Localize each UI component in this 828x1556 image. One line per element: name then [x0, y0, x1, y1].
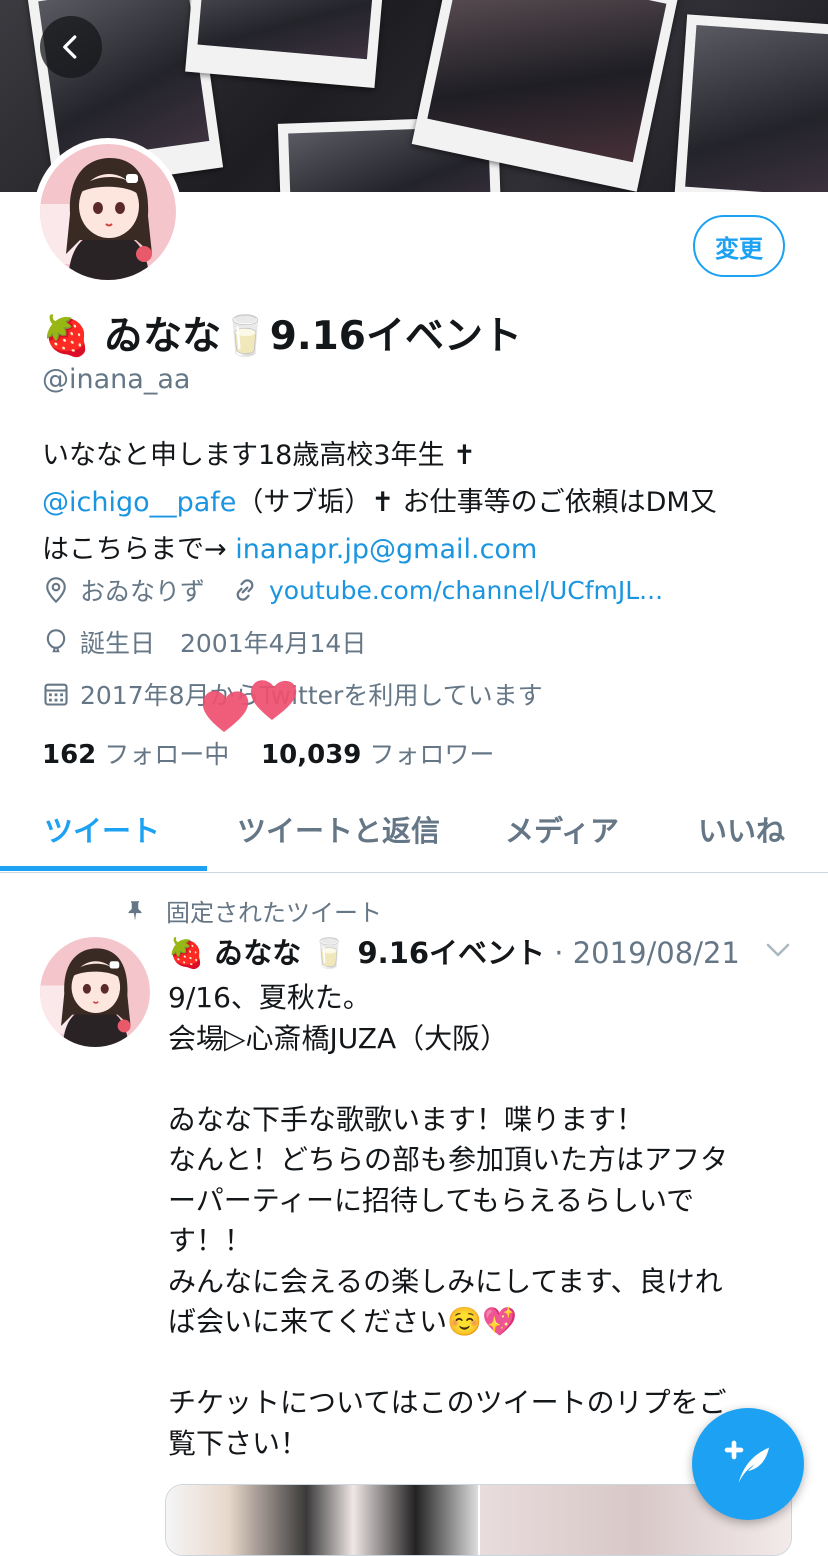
balloon-icon: [46, 629, 66, 653]
tweet-line: なんと！どちらの部も参加頂いた方はアフタ: [168, 1143, 729, 1176]
compose-icon: [724, 1440, 769, 1483]
tweet-line: [168, 1343, 808, 1384]
tweet-line: みんなに会えるの楽しみにしてます、良けれ: [168, 1264, 723, 1298]
tweet-line: ば会いに来てください☺️💖: [168, 1305, 517, 1338]
tweet-line: ゐなな下手な歌歌います！喋ります！: [168, 1102, 645, 1136]
profile-bio: いななと申します18歳高校3年生 ✝ @ichigo__pafe（サブ垢）✝ お…: [42, 432, 802, 573]
bio-mention-link[interactable]: @ichigo__pafe: [42, 487, 236, 518]
website-link[interactable]: youtube.com/channel/UCfmJL...: [269, 576, 663, 605]
location-website-row: おゐなりず youtube.com/channel/UCfmJL...: [42, 572, 663, 608]
following-label: フォロー中: [104, 740, 230, 769]
bio-line-2: （サブ垢）✝ お仕事等のご依頼はDM又: [236, 487, 717, 518]
tab-likes[interactable]: いいね: [698, 808, 785, 850]
tweet-header: 🍓 ゐなな 🥛 9.16イベント · 2019/08/21: [168, 930, 740, 972]
tweet-line: チケットについてはこのツイートのリプをご: [168, 1386, 727, 1419]
strawberry-emoji: 🍓: [42, 314, 91, 359]
heart-sticker-icon: [202, 680, 297, 732]
compose-tweet-button[interactable]: [692, 1408, 804, 1520]
chevron-down-icon[interactable]: [763, 935, 793, 965]
follow-stats: 162 フォロー中 10,039 フォロワー: [42, 735, 494, 771]
display-name-text: ゐなな: [104, 314, 222, 359]
tweet-date[interactable]: 2019/08/21: [573, 936, 740, 970]
tweet-line: ーパーティーに招待してもらえるらしいで: [168, 1183, 695, 1217]
bio-line-1: いななと申します18歳高校3年生 ✝: [42, 440, 476, 471]
birthday-text: 誕生日 2001年4月14日: [80, 629, 367, 658]
tweet-line: す！！: [168, 1224, 253, 1257]
calendar-icon: [44, 683, 68, 706]
bio-email-link[interactable]: inanapr.jp@gmail.com: [235, 534, 537, 565]
profile-avatar[interactable]: [34, 138, 182, 286]
followers-link[interactable]: 10,039 フォロワー: [261, 740, 495, 770]
back-arrow-icon: [63, 35, 77, 59]
back-button[interactable]: [40, 16, 102, 78]
following-link[interactable]: 162 フォロー中: [42, 740, 230, 770]
following-count: 162: [42, 740, 97, 770]
link-icon: [236, 579, 254, 601]
display-name: 🍓 ゐなな🥛9.16イベント: [42, 305, 522, 361]
active-tab-indicator: [0, 866, 207, 871]
milk-emoji: 🥛: [221, 314, 270, 359]
location-icon: [46, 577, 66, 604]
tweet-author-avatar[interactable]: [40, 937, 150, 1047]
tab-tweets-replies[interactable]: ツイートと返信: [237, 808, 440, 850]
avatar-illustration: [40, 937, 150, 1047]
tweet-line: 会場▷心斎橋JUZA（大阪）: [168, 1021, 509, 1055]
pin-icon: [128, 900, 142, 921]
tweet-text: 9/16、夏秋た。 会場▷心斎橋JUZA（大阪） ゐなな下手な歌歌います！喋りま…: [168, 978, 808, 1464]
tweet-line: [168, 1059, 808, 1100]
tab-media[interactable]: メディア: [505, 808, 619, 850]
edit-profile-button[interactable]: 変更: [693, 215, 785, 277]
location-text: おゐなりず: [80, 577, 206, 606]
bio-line-3: はこちらまで→: [42, 534, 236, 565]
joined-text: 2017年8月からTwitterを利用しています: [80, 681, 543, 710]
avatar-illustration: [40, 144, 176, 280]
banner-photo-5: [673, 14, 828, 192]
birthday-row: 誕生日 2001年4月14日: [42, 624, 366, 660]
pinned-label: 固定されたツイート: [166, 899, 382, 927]
display-name-suffix: 9.16イベント: [269, 314, 522, 359]
followers-label: フォロワー: [369, 740, 495, 769]
followers-count: 10,039: [261, 740, 362, 770]
tweet-line: 9/16、夏秋た。: [168, 981, 371, 1014]
media-image-1[interactable]: [166, 1485, 480, 1555]
tweet-author-name[interactable]: 🍓 ゐなな 🥛 9.16イベント: [168, 936, 545, 970]
pinned-label-row: 固定されたツイート: [122, 893, 382, 928]
profile-tabs: ツイート ツイートと返信 メディア いいね: [0, 790, 828, 873]
tweet-media-preview[interactable]: [165, 1484, 792, 1556]
user-handle: @inana_aa: [42, 364, 191, 395]
banner-photo-2: [185, 0, 385, 89]
tab-tweets[interactable]: ツイート: [44, 808, 160, 850]
tweet-separator: ·: [545, 936, 573, 970]
